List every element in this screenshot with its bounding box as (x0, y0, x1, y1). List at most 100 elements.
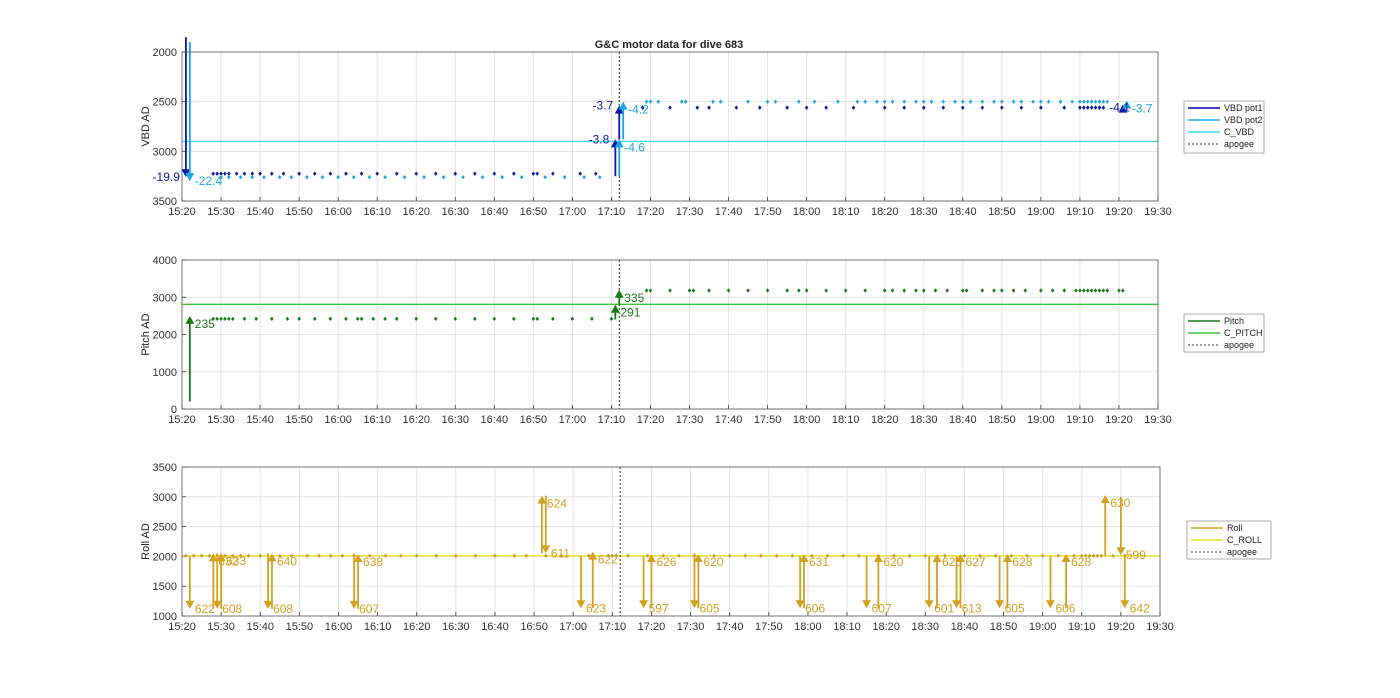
x-tick-label: 16:50 (520, 414, 548, 426)
y-tick-label: 0 (171, 404, 177, 416)
y-axis-label: VBD AD (140, 106, 152, 146)
legend-label: Roll (1227, 523, 1243, 533)
x-tick-label: 19:10 (1066, 414, 1094, 426)
x-tick-label: 16:00 (324, 206, 352, 218)
event-label: 607 (359, 602, 379, 616)
x-tick-label: 19:20 (1105, 414, 1133, 426)
x-tick-label: 19:20 (1105, 206, 1133, 218)
x-tick-label: 18:50 (988, 414, 1016, 426)
x-tick-label: 17:50 (754, 414, 782, 426)
x-tick-label: 16:10 (363, 414, 391, 426)
event-label: -3.7 (593, 99, 614, 113)
x-tick-label: 17:10 (598, 206, 626, 218)
figure-title: G&C motor data for dive 683 (595, 39, 744, 51)
event-label: 620 (703, 555, 723, 569)
x-tick-label: 19:30 (1144, 414, 1172, 426)
panels: 15:20 15:30 15:40 15:50 16:00 16:10 16:20 16:30… (140, 37, 1272, 633)
y-tick-label: 3000 (153, 146, 177, 158)
legend: VBD pot1 VBD pot2 C_VBDapogee (1183, 100, 1265, 154)
event-label: 605 (699, 601, 719, 615)
x-tick-label: 15:50 (285, 414, 313, 426)
x-tick-label: 16:30 (442, 414, 470, 426)
x-tick-label: 19:00 (1029, 621, 1057, 633)
x-tick-label: 19:00 (1027, 206, 1055, 218)
x-tick-label: 17:50 (755, 621, 783, 633)
x-tick-label: 16:10 (364, 621, 392, 633)
x-tick-label: 17:40 (715, 414, 743, 426)
event-label: 628 (1071, 555, 1091, 569)
y-tick-label: 1500 (153, 581, 177, 593)
x-tick-label: 18:30 (910, 414, 938, 426)
x-tick-label: 18:50 (988, 206, 1016, 218)
legend-label: C_PITCH (1224, 328, 1263, 338)
x-tick-label: 16:40 (481, 206, 509, 218)
x-tick-label: 17:20 (637, 206, 665, 218)
event-label: 606 (805, 601, 825, 615)
event-label: 626 (656, 555, 676, 569)
event-label: 624 (547, 497, 567, 511)
x-tick-label: 16:50 (520, 621, 548, 633)
event-label: -19.9 (153, 170, 181, 184)
event-label: -3.7 (1132, 102, 1153, 116)
y-tick-label: 2000 (153, 47, 177, 59)
x-tick-label: 15:40 (246, 414, 274, 426)
x-tick-label: 18:20 (871, 206, 899, 218)
x-tick-label: 16:10 (363, 206, 391, 218)
y-tick-label: 1000 (153, 367, 177, 379)
event-label: 628 (1012, 555, 1032, 569)
y-tick-label: 2500 (153, 522, 177, 534)
x-tick-label: 15:30 (207, 206, 235, 218)
x-tick-label: 19:00 (1027, 414, 1055, 426)
event-label: 620 (883, 555, 903, 569)
x-tick-label: 17:30 (676, 206, 704, 218)
panel-3: 15:20 15:30 15:40 15:50 16:00 16:10 16:20 16:30… (140, 462, 1272, 633)
x-tick-label: 17:30 (677, 621, 705, 633)
event-label: 627 (965, 555, 985, 569)
x-tick-label: 18:20 (872, 621, 900, 633)
y-tick-label: 4000 (153, 255, 177, 267)
event-label: 622 (598, 553, 618, 567)
y-tick-label: 2000 (153, 330, 177, 342)
x-tick-label: 18:10 (832, 414, 860, 426)
legend: Roll C_ROLLapogee (1186, 520, 1272, 560)
legend-label: C_VBD (1224, 127, 1255, 137)
x-tick-label: 15:30 (207, 414, 235, 426)
legend-label: VBD pot1 (1224, 103, 1263, 113)
event-label: 599 (1126, 548, 1146, 562)
x-tick-label: 17:20 (637, 414, 665, 426)
x-tick-label: 19:10 (1068, 621, 1096, 633)
event-label: 633 (226, 554, 246, 568)
x-tick-label: 18:30 (912, 621, 940, 633)
x-tick-label: 18:10 (833, 621, 861, 633)
x-tick-label: 18:40 (949, 206, 977, 218)
x-tick-label: 16:50 (520, 206, 548, 218)
y-axis-label: Pitch AD (140, 313, 152, 355)
event-label: 608 (222, 602, 242, 616)
x-tick-label: 18:00 (794, 621, 822, 633)
event-label: -22.4 (195, 174, 223, 188)
x-tick-label: 17:20 (638, 621, 666, 633)
event-label: 638 (363, 555, 383, 569)
event-label: -3.8 (589, 132, 610, 146)
x-tick-label: 18:50 (990, 621, 1018, 633)
x-tick-label: 15:50 (286, 621, 314, 633)
event-label: 631 (809, 555, 829, 569)
x-tick-label: 16:20 (402, 206, 430, 218)
x-tick-label: 18:30 (910, 206, 938, 218)
event-label: 642 (1130, 601, 1150, 615)
y-tick-label: 3500 (153, 196, 177, 208)
x-tick-label: 15:50 (285, 206, 313, 218)
plot-area (182, 467, 1160, 616)
y-tick-label: 1000 (153, 611, 177, 623)
event-label: 235 (195, 317, 215, 331)
x-tick-label: 19:10 (1066, 206, 1094, 218)
event-label: -4.1 (1109, 101, 1130, 115)
x-tick-label: 17:00 (559, 414, 587, 426)
x-tick-label: 16:00 (324, 414, 352, 426)
x-tick-label: 16:40 (481, 414, 509, 426)
x-tick-label: 16:20 (402, 414, 430, 426)
event-label: -4.2 (628, 103, 649, 117)
y-tick-label: 2500 (153, 97, 177, 109)
event-label: 607 (872, 601, 892, 615)
x-tick-label: 18:20 (871, 414, 899, 426)
